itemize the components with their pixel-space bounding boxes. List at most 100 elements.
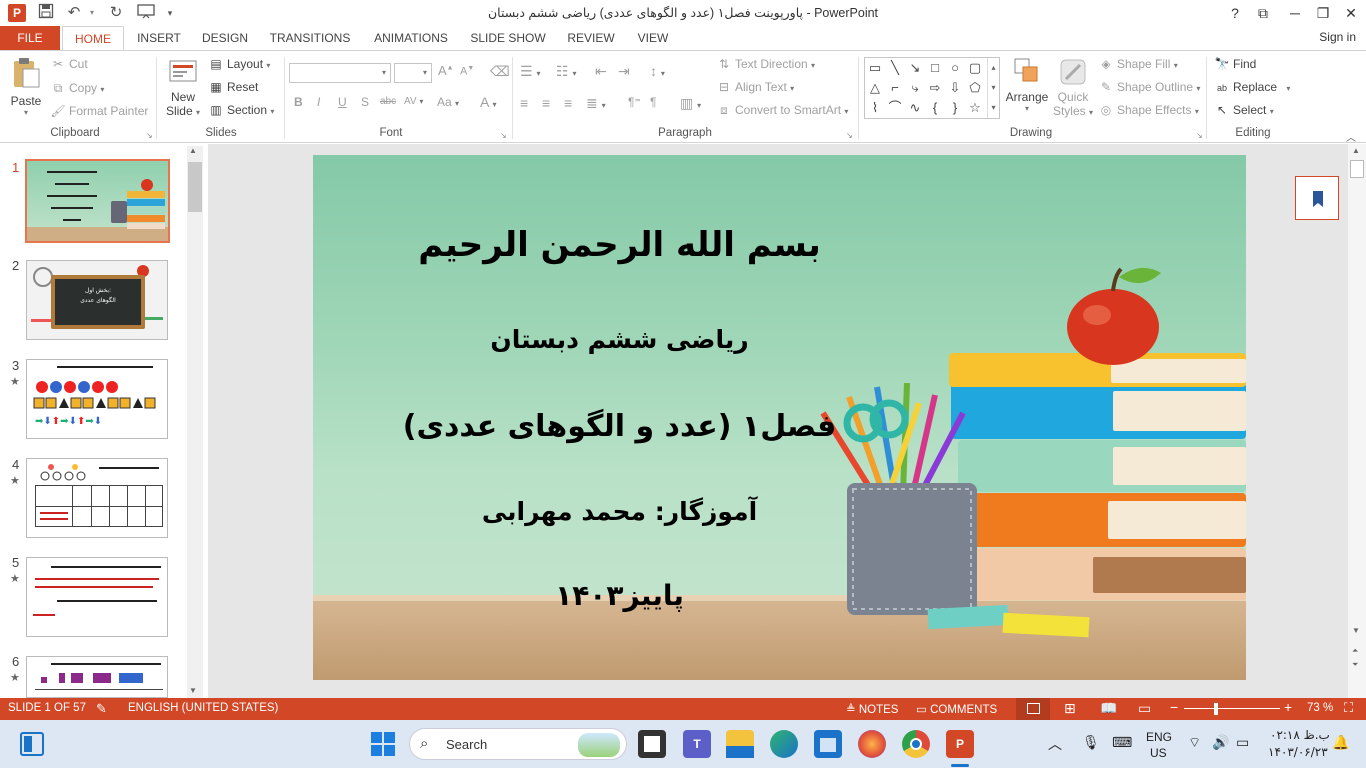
align-left-icon[interactable]: ≡ [520, 95, 528, 111]
comments-button[interactable]: ▭ COMMENTS [916, 702, 997, 716]
justify-icon[interactable]: ≣ ▾ [586, 95, 606, 112]
scroll-thumb[interactable] [188, 162, 202, 212]
ltr-icon[interactable]: ¶⁼ [628, 95, 641, 109]
text-shadow-button[interactable]: S [361, 95, 369, 109]
spell-check-icon[interactable]: ✎ [96, 701, 107, 717]
slide-line-teacher[interactable]: آموزگار: محمد مهرابی [313, 497, 1086, 526]
slide-thumbnail-2[interactable]: بخش اول: الگوهای عددی [26, 260, 168, 340]
reading-view-icon[interactable]: 📖 [1100, 700, 1117, 717]
slide-line-bismillah[interactable]: بسم الله الرحمن الرحیم [313, 225, 1086, 265]
arrow-line-shape-icon[interactable]: ↘ [907, 60, 923, 76]
collapse-ribbon-icon[interactable]: ︿ [1346, 129, 1356, 144]
drawing-launcher-icon[interactable]: ↘ [1196, 131, 1203, 140]
language-indicator[interactable]: ENGLISH (UNITED STATES) [128, 702, 278, 714]
firefox-icon[interactable] [858, 730, 886, 758]
slide-sorter-icon[interactable]: ⊞ [1064, 700, 1076, 717]
shape-outline-button[interactable]: ✎ Shape Outline ▾ [1098, 80, 1200, 94]
paste-button[interactable]: Paste ▾ [6, 57, 46, 117]
slide-thumbnail-1[interactable] [25, 159, 170, 243]
close-button[interactable]: ✕ [1338, 2, 1364, 24]
scroll-up-icon[interactable]: ▲ [189, 146, 197, 155]
cut-button[interactable]: ✂ Cut [50, 57, 88, 71]
microphone-icon[interactable]: 🎙 [1082, 734, 1100, 751]
right-brace-shape-icon[interactable]: } [947, 100, 963, 116]
clock-date[interactable]: ۱۴۰۳/۰۶/۲۳ [1268, 745, 1328, 759]
redo-icon[interactable]: ↻ [106, 3, 126, 23]
tab-transitions[interactable]: TRANSITIONS [266, 26, 354, 50]
star-shape-icon[interactable]: ☆ [967, 100, 983, 116]
align-right-icon[interactable]: ≡ [564, 95, 572, 111]
elbow-connector-shape-icon[interactable]: ⌐ [887, 80, 903, 96]
grow-font-button[interactable]: A▲ [438, 63, 454, 78]
tab-home[interactable]: HOME [62, 26, 124, 51]
notes-button[interactable]: ≜ NOTES [846, 702, 898, 716]
volume-icon[interactable]: 🔊 [1212, 734, 1229, 751]
underline-button[interactable]: U [338, 95, 347, 109]
wave-shape-icon[interactable]: ∿ [907, 100, 923, 116]
next-slide-icon[interactable]: ⏷ [1352, 660, 1358, 670]
tab-file[interactable]: FILE [0, 26, 60, 50]
convert-smartart-button[interactable]: ⧈ Convert to SmartArt ▾ [716, 103, 848, 118]
font-launcher-icon[interactable]: ↘ [500, 131, 507, 140]
line-shape-icon[interactable]: ╲ [887, 60, 903, 76]
microsoft-store-icon[interactable] [814, 730, 842, 758]
down-arrow-shape-icon[interactable]: ⇩ [947, 80, 963, 96]
maximize-button[interactable]: ❐ [1310, 2, 1336, 24]
section-button[interactable]: ▥ Section ▾ [208, 103, 274, 117]
thumbnails-scrollbar[interactable]: ▲ ▼ [187, 146, 203, 698]
rtl-icon[interactable]: ¶ [650, 95, 656, 109]
keyboard-icon[interactable]: ⌨ [1112, 734, 1132, 751]
slide-thumbnail-4[interactable] [26, 458, 168, 538]
reset-button[interactable]: ▦ Reset [208, 80, 258, 94]
powerpoint-app-icon[interactable]: P [8, 4, 26, 22]
shapes-gallery[interactable]: ▭ ╲ ↘ □ ○ ▢ △ ⌐ ⤷ ⇨ ⇩ ⬠ ⌇ ⌒ ∿ { } ☆ ▴ ▾ ▾ [864, 57, 1000, 119]
quick-styles-button[interactable]: Quick Styles ▾ [1052, 57, 1094, 118]
italic-button[interactable]: I [317, 95, 320, 109]
undo-dropdown-icon[interactable]: ▾ [82, 3, 102, 23]
freeform-shape-icon[interactable]: ⬠ [967, 80, 983, 96]
slide-line-subject[interactable]: ریاضی ششم دبستان [313, 325, 1086, 354]
rounded-rect-shape-icon[interactable]: ▢ [967, 60, 983, 76]
left-brace-shape-icon[interactable]: { [927, 100, 943, 116]
change-case-button[interactable]: Aa ▾ [437, 95, 459, 109]
shrink-font-button[interactable]: A▼ [460, 65, 474, 78]
new-slide-button[interactable]: New Slide ▾ [162, 57, 204, 118]
taskbar-search-box[interactable]: ⌕ Search [409, 728, 627, 760]
zoom-in-button[interactable]: + [1284, 699, 1292, 715]
current-slide[interactable]: بسم الله الرحمن الرحیم ریاضی ششم دبستان … [313, 155, 1246, 680]
previous-slide-icon[interactable]: ⏶ [1352, 646, 1358, 656]
clipboard-launcher-icon[interactable]: ↘ [146, 131, 153, 140]
clear-formatting-icon[interactable]: ⌫ [490, 63, 510, 80]
sign-in-link[interactable]: Sign in [1319, 30, 1356, 44]
slide-scrollbar[interactable]: ▲ ▼ ⏶ ⏷ [1348, 144, 1366, 698]
windows-start-icon[interactable] [371, 732, 395, 759]
shape-effects-button[interactable]: ◎ Shape Effects ▾ [1098, 103, 1199, 117]
text-direction-button[interactable]: ⇅ Text Direction ▾ [716, 57, 815, 71]
shape-fill-button[interactable]: ◈ Shape Fill ▾ [1098, 57, 1177, 71]
save-icon[interactable] [36, 3, 56, 23]
rectangle-shape-icon[interactable]: □ [927, 60, 943, 76]
teams-icon[interactable]: T [683, 730, 711, 758]
copy-button[interactable]: ⧉ Copy ▾ [50, 81, 105, 96]
edge-browser-icon[interactable] [770, 730, 798, 758]
numbering-icon[interactable]: ☷ ▾ [556, 63, 576, 80]
scroll-up-icon[interactable]: ▲ [1352, 146, 1360, 155]
tab-slide-show[interactable]: SLIDE SHOW [466, 26, 550, 50]
input-language-2[interactable]: US [1150, 746, 1167, 760]
help-button[interactable]: ? [1222, 2, 1248, 24]
comments-bookmark-button[interactable] [1295, 176, 1339, 220]
select-button[interactable]: ↖ Select ▾ [1214, 103, 1274, 117]
scroll-down-icon[interactable]: ▼ [1352, 626, 1360, 635]
columns-icon[interactable]: ▥ ▾ [680, 95, 701, 112]
elbow-arrow-shape-icon[interactable]: ⤷ [907, 80, 923, 96]
decrease-indent-icon[interactable]: ⇤ [595, 63, 607, 80]
line-spacing-icon[interactable]: ↕ ▾ [650, 63, 665, 79]
notifications-icon[interactable]: 🔔 [1332, 734, 1349, 751]
zoom-slider-track[interactable] [1184, 708, 1280, 709]
oval-shape-icon[interactable]: ○ [947, 60, 963, 76]
tab-insert[interactable]: INSERT [130, 26, 188, 50]
battery-icon[interactable]: ▭ [1236, 734, 1249, 751]
gallery-scroll[interactable]: ▴ ▾ ▾ [987, 58, 999, 118]
arrange-button[interactable]: Arrange ▾ [1004, 57, 1050, 113]
input-language-1[interactable]: ENG [1146, 730, 1172, 744]
